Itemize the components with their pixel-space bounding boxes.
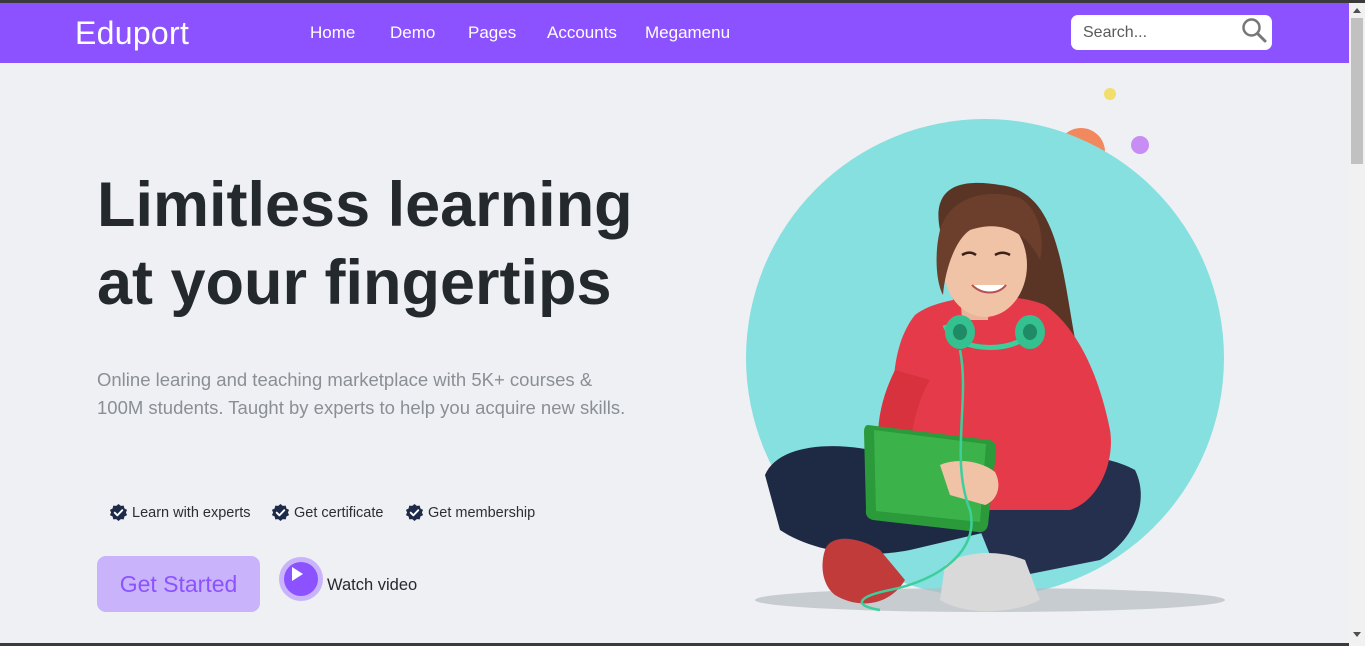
- decor-dot-yellow: [1104, 88, 1116, 100]
- feature-label: Get certificate: [294, 504, 384, 521]
- nav-item-home[interactable]: Home: [310, 23, 355, 43]
- hero-illustration: [746, 88, 1225, 612]
- feature-get-certificate: Get certificate: [271, 503, 383, 522]
- get-started-button[interactable]: Get Started: [97, 556, 260, 612]
- check-badge-icon: [109, 503, 128, 522]
- hero-headline: Limitless learning at your fingertips: [97, 166, 717, 322]
- top-navbar: Eduport Home Demo Pages Accounts Megamen…: [0, 3, 1349, 63]
- hero-subtitle-line2: 100M students. Taught by experts to help…: [97, 397, 626, 418]
- nav-item-pages[interactable]: Pages: [468, 23, 516, 43]
- nav-item-demo[interactable]: Demo: [390, 23, 435, 43]
- nav-item-megamenu[interactable]: Megamenu: [645, 23, 730, 43]
- scrollbar-thumb[interactable]: [1351, 18, 1363, 164]
- check-badge-icon: [405, 503, 424, 522]
- play-icon: [292, 567, 303, 581]
- hero-headline-line1: Limitless learning: [97, 170, 633, 240]
- feature-learn-with-experts: Learn with experts: [109, 503, 250, 522]
- feature-label: Get membership: [428, 504, 536, 521]
- hero-headline-line2: at your fingertips: [97, 248, 612, 318]
- nav-item-accounts[interactable]: Accounts: [547, 23, 617, 43]
- play-video-button[interactable]: [279, 557, 323, 601]
- brand-logo[interactable]: Eduport: [75, 15, 189, 52]
- search-icon[interactable]: [1241, 17, 1267, 43]
- watch-video-link[interactable]: Watch video: [327, 576, 417, 595]
- hero-subtitle-line1: Online learing and teaching marketplace …: [97, 369, 593, 390]
- feature-label: Learn with experts: [132, 504, 251, 521]
- hero-subtitle: Online learing and teaching marketplace …: [97, 366, 667, 422]
- scroll-down-arrow-icon[interactable]: [1353, 632, 1361, 637]
- check-badge-icon: [271, 503, 290, 522]
- decor-dot-purple: [1131, 136, 1149, 154]
- search-input[interactable]: [1071, 15, 1231, 50]
- feature-get-membership: Get membership: [405, 503, 535, 522]
- scroll-up-arrow-icon[interactable]: [1353, 8, 1361, 13]
